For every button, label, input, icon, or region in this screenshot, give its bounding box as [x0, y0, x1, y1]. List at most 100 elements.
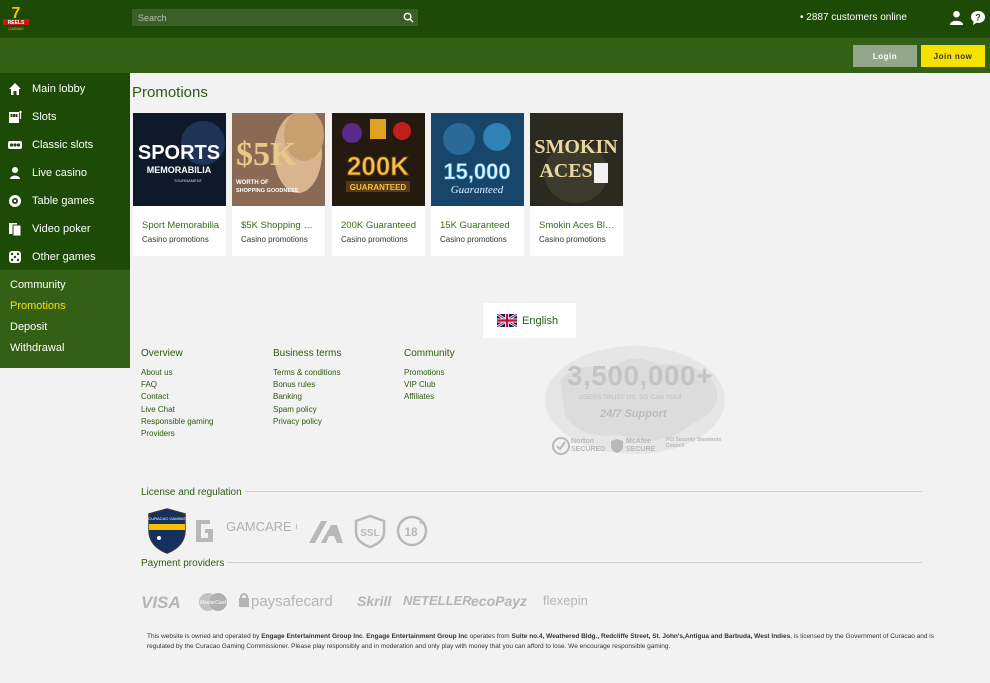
footer-link-faq[interactable]: FAQ: [141, 380, 157, 389]
sidebar-item-table-games[interactable]: Table games: [0, 187, 130, 215]
footer-link-privacy-policy[interactable]: Privacy policy: [273, 417, 322, 426]
sidebar-item-label: Other games: [32, 251, 96, 263]
sidebar-link-withdrawal[interactable]: Withdrawal: [10, 342, 64, 354]
curacao-badge-icon: CURACAO GAMING: [148, 508, 186, 554]
license-section-title: License and regulation: [141, 487, 242, 498]
svg-text:MasterCard: MasterCard: [200, 600, 226, 606]
visa-logo: VISA: [141, 593, 181, 612]
footer-link-about-us[interactable]: About us: [141, 368, 173, 377]
divider: [227, 562, 922, 563]
footer-link-spam-policy[interactable]: Spam policy: [273, 405, 317, 414]
svg-text:GAMCARE CERTIFIED: GAMCARE CERTIFIED: [226, 519, 297, 534]
search-input[interactable]: [132, 9, 418, 26]
svg-text:SHOPPING GOODNESS: SHOPPING GOODNESS: [236, 188, 299, 194]
footer-link-terms[interactable]: Terms & conditions: [273, 368, 341, 377]
norton-seal: Norton SECURED: [571, 438, 606, 453]
customers-online: • 2887 customers online: [800, 12, 907, 23]
sidebar-item-label: Live casino: [32, 167, 88, 179]
promo-image: SPORTS MEMORABILIA TOURNAMENT: [133, 113, 226, 206]
footer-heading-business-terms: Business terms: [273, 348, 342, 359]
promo-card[interactable]: SMOKIN ACES Smokin Aces Blackjack Casino…: [530, 113, 623, 256]
sidebar-sub-nav: Community Promotions Deposit Withdrawal: [0, 270, 130, 368]
join-now-button[interactable]: Join now: [921, 45, 985, 67]
promo-subtitle: Casino promotions: [341, 235, 408, 244]
promo-title: Smokin Aces Blackjack: [539, 220, 617, 231]
sidebar-nav: Main lobby Slots Classic slots Live casi…: [0, 73, 130, 270]
user-icon[interactable]: [949, 10, 964, 25]
promo-card[interactable]: SPORTS MEMORABILIA TOURNAMENT Sport Memo…: [133, 113, 226, 256]
sidebar-link-community[interactable]: Community: [10, 279, 66, 291]
mastercard-logo: MasterCard: [199, 593, 227, 611]
search-icon[interactable]: [403, 12, 414, 23]
ssl-badge-icon: SSL: [354, 514, 386, 548]
footer-heading-overview: Overview: [141, 348, 183, 359]
mcafee-shield-icon: [611, 439, 623, 453]
footer-link-banking[interactable]: Banking: [273, 392, 302, 401]
age-18-plus-icon: 18 +: [396, 515, 428, 547]
svg-text:CURACAO GAMING: CURACAO GAMING: [148, 516, 185, 521]
sidebar-item-label: Main lobby: [32, 83, 86, 95]
sidebar-item-video-poker[interactable]: Video poker: [0, 215, 130, 243]
footer-link-promotions[interactable]: Promotions: [404, 368, 444, 377]
svg-text:ACES: ACES: [539, 160, 592, 182]
site-logo[interactable]: 7 REELS CASINO: [2, 3, 30, 31]
promo-card[interactable]: $5K WORTH OF SHOPPING GOODNESS $5K Shopp…: [232, 113, 325, 256]
promo-title: $5K Shopping Spree: [241, 220, 319, 231]
paysafecard-logo: paysafecard: [251, 593, 333, 610]
svg-text:GUARANTEED: GUARANTEED: [350, 183, 407, 192]
sidebar-item-live-casino[interactable]: Live casino: [0, 159, 130, 187]
svg-text:WORTH OF: WORTH OF: [236, 180, 269, 186]
svg-text:?: ?: [975, 13, 981, 23]
sidebar-item-classic-slots[interactable]: Classic slots: [0, 131, 130, 159]
promo-title: Sport Memorabilia: [142, 220, 220, 231]
flexepin-logo: flexepin: [543, 593, 588, 608]
divider: [245, 491, 922, 492]
promo-subtitle: Casino promotions: [241, 235, 308, 244]
uk-flag-icon: [497, 314, 517, 327]
mcafee-seal: McAfee SECURE: [626, 438, 656, 453]
footer-link-affiliates[interactable]: Affiliates: [404, 392, 434, 401]
sidebar-link-promotions[interactable]: Promotions: [10, 300, 66, 312]
svg-text:$5K: $5K: [236, 136, 297, 173]
help-icon[interactable]: ?: [970, 10, 986, 26]
svg-text:MEMORABILIA: MEMORABILIA: [147, 165, 212, 175]
footer-link-vip-club[interactable]: VIP Club: [404, 380, 435, 389]
page-title: Promotions: [132, 84, 208, 101]
gamcare-logo: GAMCARE CERTIFIED: [196, 519, 297, 542]
promo-card[interactable]: 200K GUARANTEED 200K Guaranteed Casino p…: [332, 113, 425, 256]
footer-link-providers[interactable]: Providers: [141, 429, 175, 438]
svg-text:SMOKIN: SMOKIN: [534, 136, 618, 158]
svg-text:Guaranteed: Guaranteed: [451, 184, 504, 196]
promo-subtitle: Casino promotions: [539, 235, 606, 244]
ga-logo: [309, 521, 343, 543]
svg-text:SSL: SSL: [360, 528, 379, 539]
footer-link-contact[interactable]: Contact: [141, 392, 169, 401]
promo-image: SMOKIN ACES: [530, 113, 623, 206]
legal-disclaimer: This website is owned and operated by En…: [147, 633, 934, 650]
promo-image: 15,000 Guaranteed: [431, 113, 524, 206]
language-label: English: [522, 315, 559, 327]
sidebar-item-slots[interactable]: Slots: [0, 103, 130, 131]
slot-machine-icon: [9, 110, 22, 123]
dice-icon: [9, 251, 21, 263]
language-selector[interactable]: English: [483, 303, 576, 338]
support-text: 24/7 Support: [600, 408, 667, 420]
sub-header-bar: [0, 38, 990, 73]
promo-card[interactable]: 15,000 Guaranteed 15K Guaranteed Casino …: [431, 113, 524, 256]
neteller-logo: NETELLER: [403, 593, 472, 608]
sidebar-link-deposit[interactable]: Deposit: [10, 321, 47, 333]
footer-link-live-chat[interactable]: Live Chat: [141, 405, 175, 414]
svg-text:200K: 200K: [347, 151, 409, 181]
footer-link-responsible-gaming[interactable]: Responsible gaming: [141, 417, 214, 426]
login-button[interactable]: Login: [853, 45, 917, 67]
promo-subtitle: Casino promotions: [440, 235, 507, 244]
svg-text:15,000: 15,000: [443, 159, 510, 184]
sidebar-item-main-lobby[interactable]: Main lobby: [0, 75, 130, 103]
svg-text:CASINO: CASINO: [8, 26, 23, 31]
footer-heading-community: Community: [404, 348, 455, 359]
sidebar-item-label: Slots: [32, 111, 57, 123]
footer-link-bonus-rules[interactable]: Bonus rules: [273, 380, 315, 389]
sidebar-item-other-games[interactable]: Other games: [0, 243, 130, 271]
dealer-icon: [10, 167, 20, 179]
promo-title: 15K Guaranteed: [440, 220, 510, 231]
